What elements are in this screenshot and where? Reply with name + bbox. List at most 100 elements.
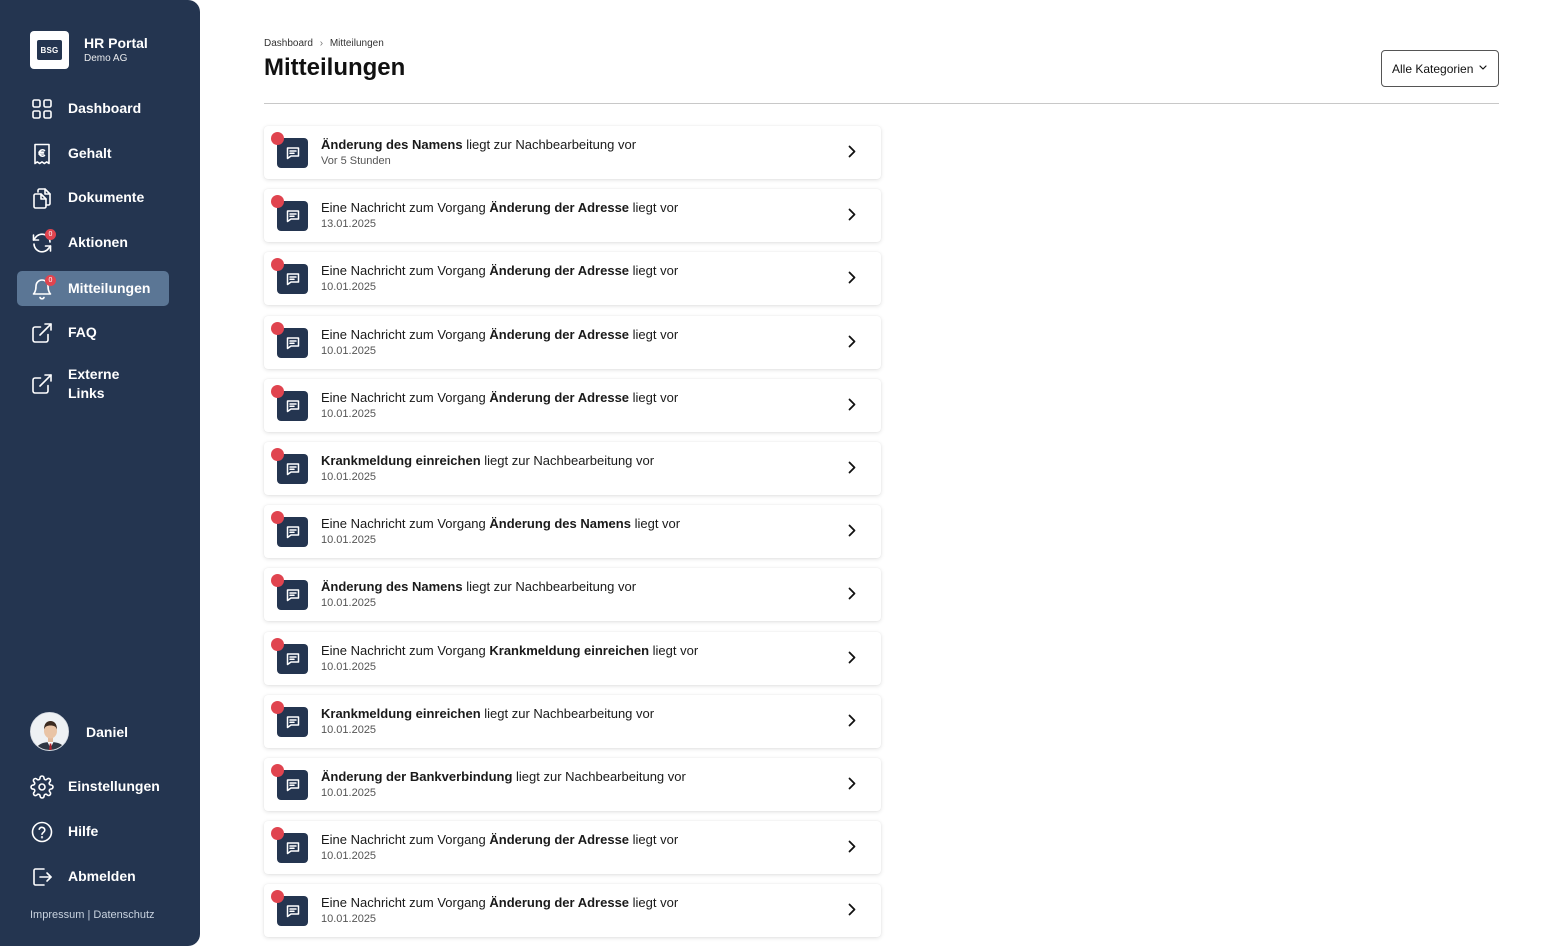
nav-item-aktionen[interactable]: 0 Aktionen — [17, 225, 169, 260]
notification-item[interactable]: Eine Nachricht zum Vorgang Änderung der … — [264, 252, 881, 305]
nav-item-abmelden[interactable]: Abmelden — [17, 859, 169, 894]
gear-icon — [30, 774, 54, 799]
unread-indicator — [271, 448, 284, 461]
notification-item[interactable]: Änderung der Bankverbindung liegt zur Na… — [264, 758, 881, 811]
breadcrumb-dashboard[interactable]: Dashboard — [264, 38, 313, 49]
unread-indicator — [271, 827, 284, 840]
unread-indicator — [271, 511, 284, 524]
notification-date: 10.01.2025 — [321, 913, 377, 925]
notification-process-name: Änderung des Namens — [489, 516, 631, 531]
notification-item[interactable]: Eine Nachricht zum Vorgang Änderung der … — [264, 821, 881, 874]
aktionen-count-badge: 0 — [45, 228, 56, 240]
category-filter-value: Alle Kategorien — [1392, 61, 1474, 76]
notification-title-suffix: liegt vor — [630, 516, 681, 531]
notification-title-suffix: liegt vor — [649, 643, 699, 658]
nav-item-dashboard[interactable]: Dashboard — [17, 91, 169, 126]
notification-title-prefix: Eine Nachricht zum Vorgang — [321, 895, 490, 910]
notification-title-prefix: Eine Nachricht zum Vorgang — [321, 390, 490, 405]
notification-date: 10.01.2025 — [321, 534, 377, 546]
notification-title: Eine Nachricht zum Vorgang Änderung der … — [321, 895, 678, 911]
notification-title-prefix: Eine Nachricht zum Vorgang — [321, 832, 490, 847]
chevron-right-icon — [848, 651, 856, 664]
nav-item-hilfe[interactable]: Hilfe — [17, 814, 169, 849]
notification-item[interactable]: Änderung des Namens liegt zur Nachbearbe… — [264, 126, 881, 179]
user-profile[interactable]: Daniel — [30, 712, 128, 751]
app-title: HR Portal — [84, 34, 148, 51]
datenschutz-link[interactable]: Datenschutz — [93, 909, 154, 921]
breadcrumb: Dashboard › Mitteilungen — [264, 38, 384, 49]
chevron-right-icon — [848, 524, 856, 537]
notification-date: 10.01.2025 — [321, 724, 377, 736]
nav-item-einstellungen[interactable]: Einstellungen — [17, 769, 169, 804]
notification-date: 10.01.2025 — [321, 661, 377, 673]
notification-process-name: Änderung des Namens — [321, 579, 463, 594]
notification-title-suffix: liegt zur Nachbearbeitung vor — [462, 137, 637, 152]
breadcrumb-current: Mitteilungen — [329, 38, 384, 49]
notification-title-suffix: liegt zur Nachbearbeitung vor — [480, 453, 655, 468]
unread-indicator — [271, 132, 284, 145]
notification-process-name: Krankmeldung einreichen — [489, 643, 650, 658]
notification-title: Eine Nachricht zum Vorgang Änderung der … — [321, 832, 678, 848]
notification-item[interactable]: Krankmeldung einreichen liegt zur Nachbe… — [264, 695, 881, 748]
notification-item[interactable]: Änderung des Namens liegt zur Nachbearbe… — [264, 568, 881, 621]
notification-title: Krankmeldung einreichen liegt zur Nachbe… — [321, 706, 654, 722]
chevron-right-icon — [848, 398, 856, 411]
unread-indicator — [271, 322, 284, 335]
unread-indicator — [271, 574, 284, 587]
nav-label: Dashboard — [68, 100, 142, 116]
unread-indicator — [271, 385, 284, 398]
notification-date: Vor 5 Stunden — [321, 155, 391, 167]
notification-title: Eine Nachricht zum Vorgang Änderung der … — [321, 200, 678, 216]
bell-icon: 0 — [30, 274, 56, 301]
unread-indicator — [271, 195, 284, 208]
notification-process-name: Änderung der Bankverbindung — [321, 769, 513, 784]
user-name: Daniel — [86, 723, 129, 740]
logout-icon — [30, 865, 54, 889]
chevron-right-icon — [848, 587, 856, 600]
unread-indicator — [271, 764, 284, 777]
notification-title: Änderung des Namens liegt zur Nachbearbe… — [321, 579, 636, 595]
nav-item-faq[interactable]: FAQ — [17, 315, 169, 350]
notification-title: Eine Nachricht zum Vorgang Änderung der … — [321, 390, 678, 406]
unread-indicator — [271, 701, 284, 714]
category-filter-select[interactable]: Alle Kategorien — [1381, 50, 1499, 87]
notification-item[interactable]: Eine Nachricht zum Vorgang Änderung des … — [264, 505, 881, 558]
chevron-right-icon — [848, 271, 856, 284]
nav-label: Abmelden — [68, 868, 136, 884]
notification-title-prefix: Eine Nachricht zum Vorgang — [321, 200, 490, 215]
notification-date: 13.01.2025 — [321, 218, 377, 230]
notification-title-suffix: liegt vor — [629, 263, 679, 278]
external-link-icon — [30, 321, 54, 345]
notification-item[interactable]: Eine Nachricht zum Vorgang Krankmeldung … — [264, 632, 881, 685]
notification-item[interactable]: Eine Nachricht zum Vorgang Änderung der … — [264, 316, 881, 369]
brand[interactable]: BSG HR Portal Demo AG — [30, 31, 148, 69]
notification-title-prefix: Eine Nachricht zum Vorgang — [321, 263, 490, 278]
unread-indicator — [271, 638, 284, 651]
notification-title-suffix: liegt vor — [629, 390, 679, 405]
notification-title: Krankmeldung einreichen liegt zur Nachbe… — [321, 453, 654, 469]
refresh-icon: 0 — [30, 228, 56, 255]
nav-item-dokumente[interactable]: Dokumente — [17, 180, 169, 215]
nav-item-gehalt[interactable]: Gehalt — [17, 136, 169, 171]
notification-item[interactable]: Eine Nachricht zum Vorgang Änderung der … — [264, 884, 881, 937]
notification-process-name: Krankmeldung einreichen — [321, 453, 481, 468]
notification-title-suffix: liegt zur Nachbearbeitung vor — [512, 769, 686, 784]
chevron-right-icon — [848, 208, 856, 221]
notification-item[interactable]: Krankmeldung einreichen liegt zur Nachbe… — [264, 442, 881, 495]
chevron-right-icon — [848, 145, 856, 158]
impressum-link[interactable]: Impressum — [30, 909, 84, 921]
notification-item[interactable]: Eine Nachricht zum Vorgang Änderung der … — [264, 189, 881, 242]
unread-indicator — [271, 890, 284, 903]
notification-title: Eine Nachricht zum Vorgang Änderung der … — [321, 263, 678, 279]
notification-title: Eine Nachricht zum Vorgang Krankmeldung … — [321, 643, 698, 659]
notification-item[interactable]: Eine Nachricht zum Vorgang Änderung der … — [264, 379, 881, 432]
grid-icon — [30, 97, 54, 121]
notification-process-name: Änderung der Adresse — [489, 327, 630, 342]
chevron-right-icon — [848, 777, 856, 790]
nav-item-mitteilungen[interactable]: 0 Mitteilungen — [17, 271, 169, 306]
nav-label: FAQ — [68, 324, 97, 340]
notification-title: Änderung des Namens liegt zur Nachbearbe… — [321, 137, 636, 153]
notification-title: Eine Nachricht zum Vorgang Änderung der … — [321, 327, 678, 343]
nav-item-externe-links[interactable]: Externe Links — [17, 363, 169, 405]
chevron-right-icon — [848, 335, 856, 348]
